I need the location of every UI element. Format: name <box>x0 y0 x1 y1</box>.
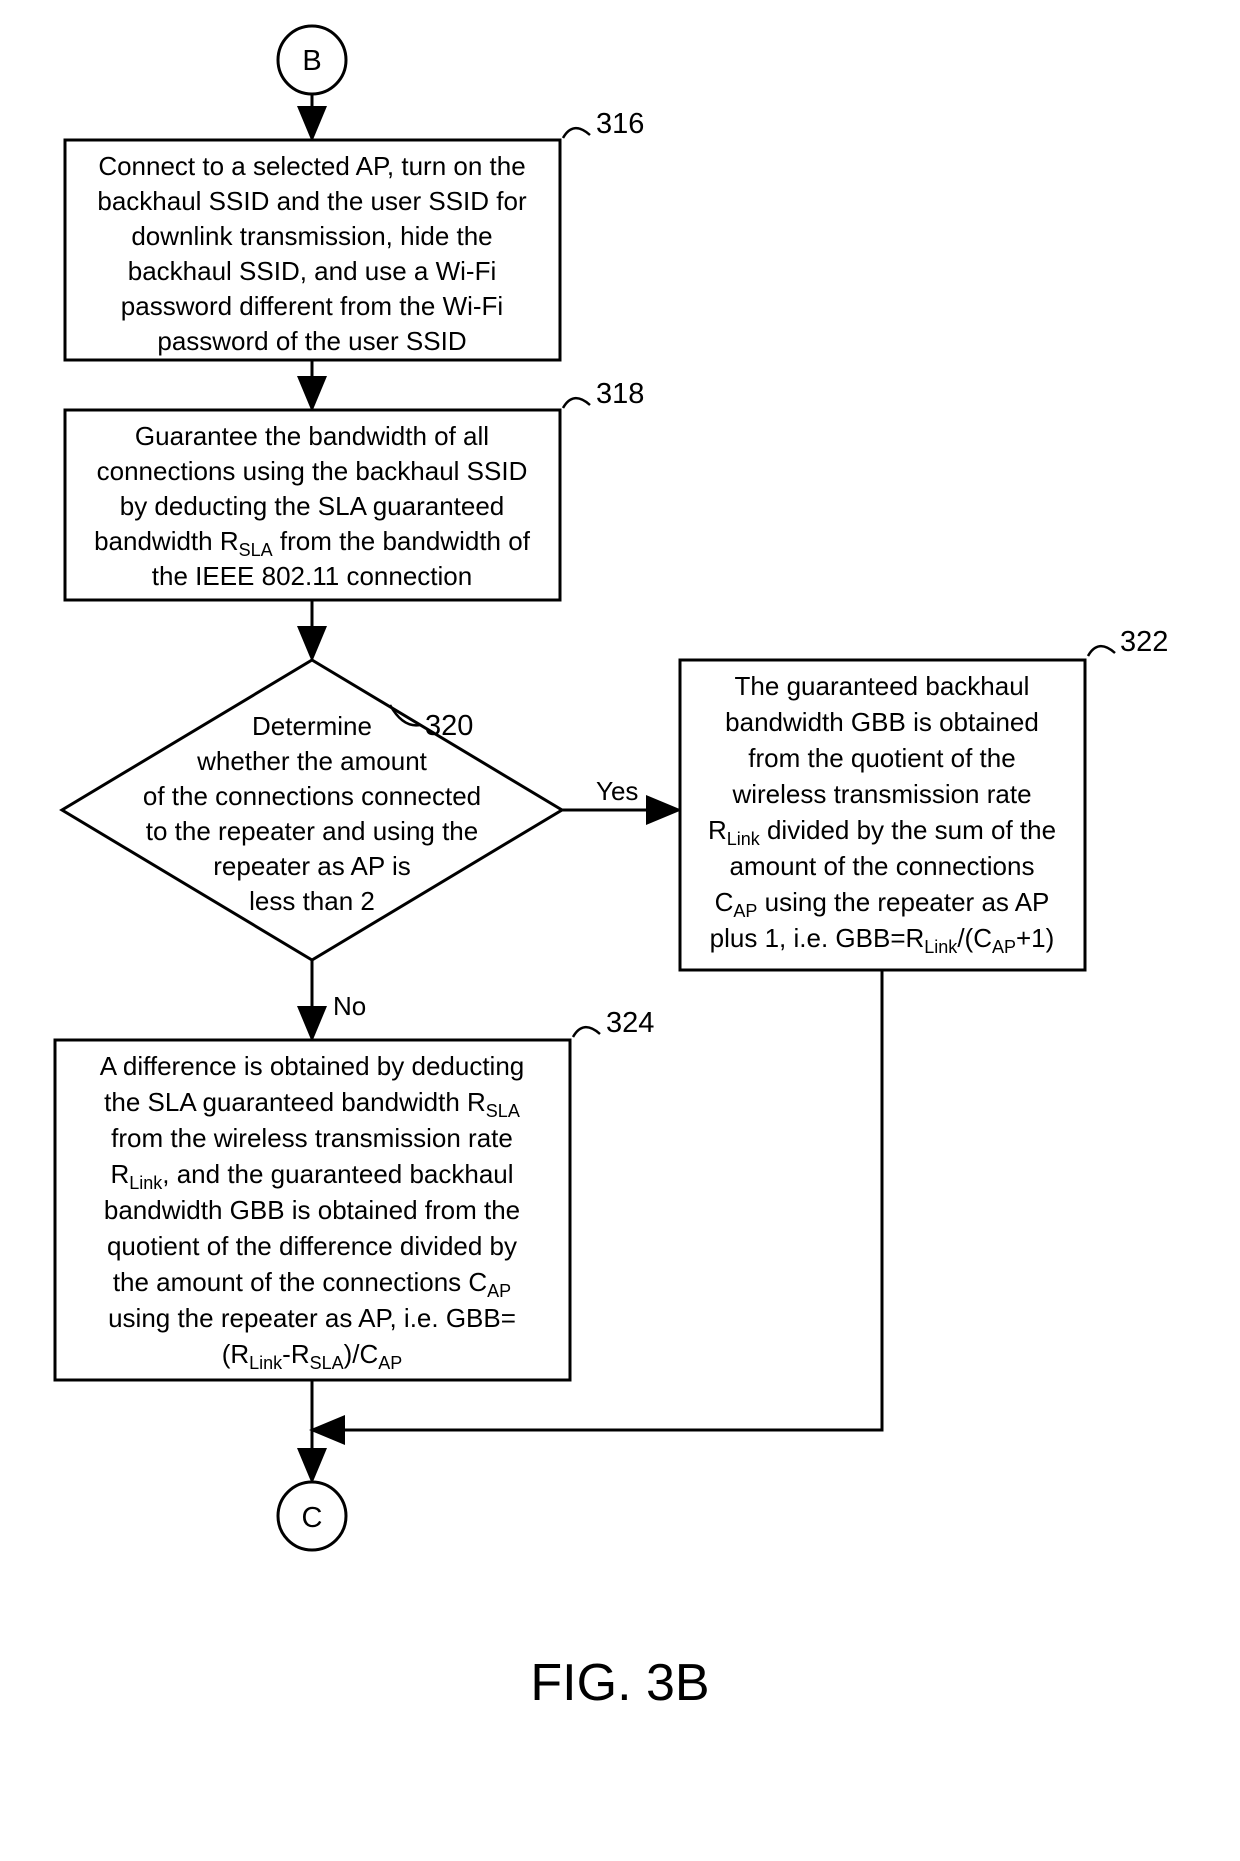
box322-line7: CAP using the repeater as AP <box>715 887 1050 921</box>
connector-b-label: B <box>302 45 321 77</box>
box322-line6: amount of the connections <box>730 851 1035 881</box>
box324-line6: quotient of the difference divided by <box>107 1231 517 1261</box>
box316-line1: Connect to a selected AP, turn on the <box>98 151 525 181</box>
figure-label: FIG. 3B <box>530 1654 709 1712</box>
decision320-label: 320 <box>425 710 473 742</box>
box316-label: 316 <box>596 108 644 140</box>
box324-line5: bandwidth GBB is obtained from the <box>104 1195 520 1225</box>
decision-yes-label: Yes <box>596 776 638 806</box>
box324-label: 324 <box>606 1007 654 1039</box>
decision320-line4: to the repeater and using the <box>146 816 478 846</box>
decision320-line1: Determine <box>252 711 372 741</box>
box318-line4: bandwidth RSLA from the bandwidth of <box>94 526 531 560</box>
box316-line3: downlink transmission, hide the <box>131 221 492 251</box>
connector-c-label: C <box>302 1502 323 1534</box>
box324-line8: using the repeater as AP, i.e. GBB= <box>108 1303 516 1333</box>
box316-line4: backhaul SSID, and use a Wi-Fi <box>128 256 497 286</box>
box318-line2: connections using the backhaul SSID <box>97 456 528 486</box>
box316-line6: password of the user SSID <box>157 326 466 356</box>
box322-line5: RLink divided by the sum of the <box>708 815 1056 849</box>
box322-line2: bandwidth GBB is obtained <box>725 707 1039 737</box>
box322-line1: The guaranteed backhaul <box>735 671 1030 701</box>
flowchart-diagram: B Connect to a selected AP, turn on the … <box>0 0 1240 1861</box>
decision320-line6: less than 2 <box>249 886 375 916</box>
box316-line2: backhaul SSID and the user SSID for <box>97 186 527 216</box>
box322-line4: wireless transmission rate <box>731 779 1031 809</box>
box324-line7: the amount of the connections CAP <box>113 1267 511 1301</box>
box324-line4: RLink, and the guaranteed backhaul <box>110 1159 513 1193</box>
box318-line1: Guarantee the bandwidth of all <box>135 421 489 451</box>
decision-no-label: No <box>333 991 366 1021</box>
box324-line2: the SLA guaranteed bandwidth RSLA <box>104 1087 520 1121</box>
decision320-line5: repeater as AP is <box>213 851 411 881</box>
box324-line3: from the wireless transmission rate <box>111 1123 513 1153</box>
decision320-line3: of the connections connected <box>143 781 481 811</box>
box322-line3: from the quotient of the <box>748 743 1015 773</box>
box324-line1: A difference is obtained by deducting <box>100 1051 525 1081</box>
decision320-line2: whether the amount <box>196 746 428 776</box>
box316-line5: password different from the Wi-Fi <box>121 291 503 321</box>
box318-line5: the IEEE 802.11 connection <box>152 561 472 591</box>
box322-label: 322 <box>1120 626 1168 658</box>
box318-line3: by deducting the SLA guaranteed <box>120 491 505 521</box>
box318-label: 318 <box>596 378 644 410</box>
